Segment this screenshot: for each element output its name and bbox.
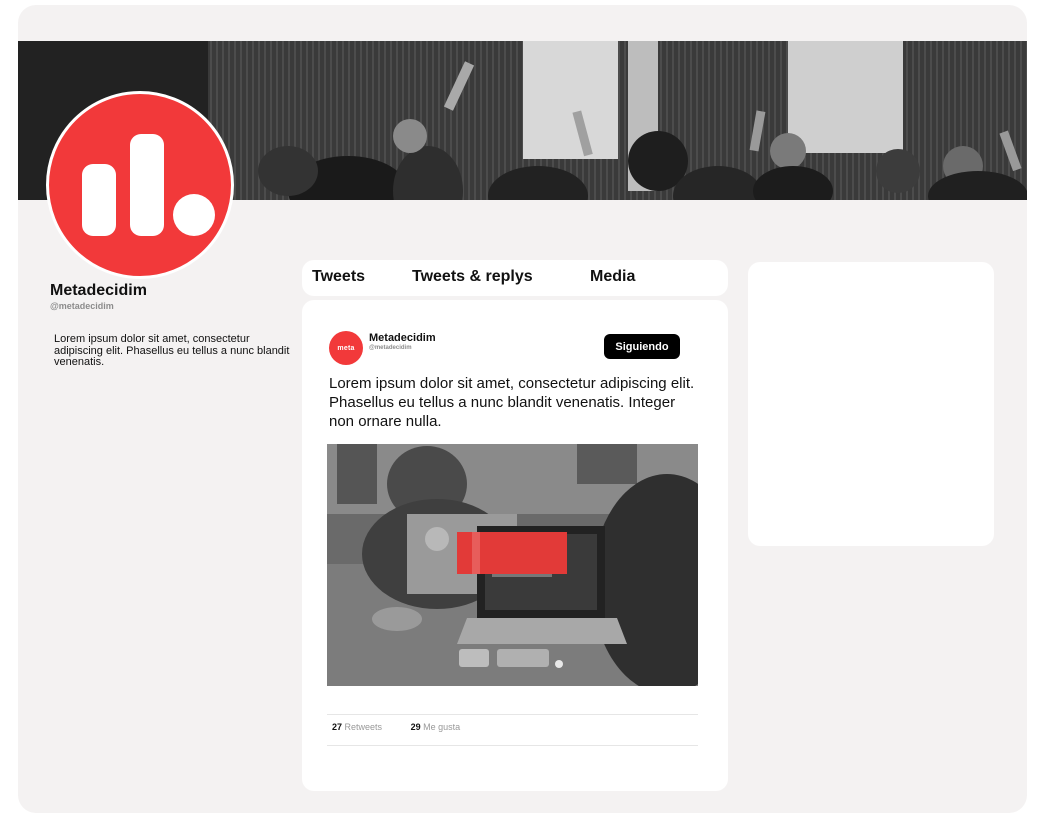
profile-page: Metadecidim @metadecidim Lorem ipsum dol… <box>18 5 1027 813</box>
likes-stat[interactable]: 29 Me gusta <box>411 722 461 732</box>
retweets-label: Retweets <box>344 722 383 732</box>
tweet-divider-bottom <box>327 745 698 746</box>
profile-handle: @metadecidim <box>50 301 114 311</box>
profile-name: Metadecidim <box>50 282 147 299</box>
retweets-stat[interactable]: 27 Retweets <box>332 722 382 732</box>
profile-bio: Lorem ipsum dolor sit amet, consectetur … <box>54 333 290 368</box>
following-button[interactable]: Siguiendo <box>604 334 680 359</box>
retweets-count: 27 <box>332 722 343 732</box>
tweet-card: meta Metadecidim @metadecidim Siguiendo … <box>302 300 728 791</box>
tweet-text: Lorem ipsum dolor sit amet, consectetur … <box>329 375 695 430</box>
tab-tweets-and-replies[interactable]: Tweets & replys <box>412 268 533 286</box>
tweet-divider-top <box>327 714 698 715</box>
metadecidim-logo-icon <box>82 134 215 236</box>
lab-laptop-photo <box>327 444 698 686</box>
profile-avatar[interactable] <box>46 91 234 279</box>
likes-count: 29 <box>410 722 421 732</box>
likes-label: Me gusta <box>423 722 461 732</box>
tab-tweets[interactable]: Tweets <box>312 268 365 286</box>
tweet-stats: 27 Retweets 29 Me gusta <box>332 722 486 732</box>
tab-media[interactable]: Media <box>590 268 635 286</box>
tweet-author-handle: @metadecidim <box>369 345 412 351</box>
tweet-avatar[interactable]: meta <box>329 331 363 365</box>
tweet-author-name[interactable]: Metadecidim <box>369 332 436 344</box>
profile-tabs: Tweets Tweets & replys Media <box>302 260 728 296</box>
tweet-image[interactable] <box>327 444 698 686</box>
right-sidebar-panel <box>748 262 994 546</box>
